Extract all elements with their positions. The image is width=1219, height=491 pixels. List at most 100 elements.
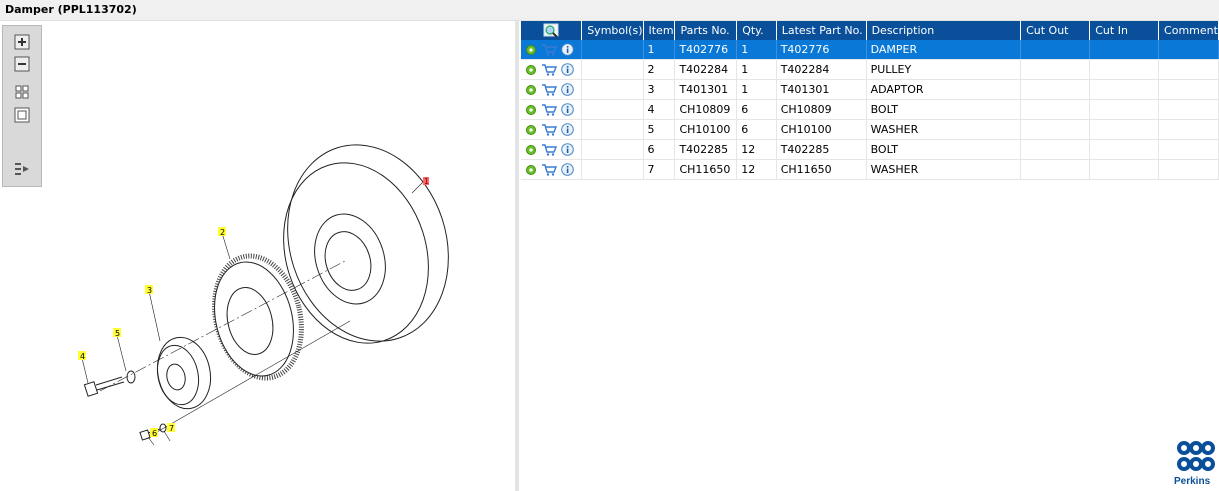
column-item[interactable]: Item <box>643 21 676 40</box>
row-comment <box>1158 99 1219 120</box>
info-icon[interactable] <box>561 103 574 116</box>
table-row[interactable]: 5 CH10100 6 CH10100 WASHER <box>521 119 1219 140</box>
row-cut-out <box>1020 99 1091 120</box>
settings-gear-icon[interactable] <box>525 124 537 136</box>
row-part-no: T402284 <box>674 59 738 80</box>
row-item: 1 <box>643 40 676 60</box>
row-symbols <box>581 59 644 80</box>
add-to-cart-icon[interactable] <box>541 163 557 176</box>
column-description[interactable]: Description <box>866 21 1022 40</box>
row-description: ADAPTOR <box>866 79 1022 100</box>
row-symbols <box>581 159 644 180</box>
row-description: DAMPER <box>866 40 1022 60</box>
window-title: Damper (PPL113702) <box>5 3 137 16</box>
callout-4-label: 4 <box>80 352 85 361</box>
table-row[interactable]: 2 T402284 1 T402284 PULLEY <box>521 59 1219 80</box>
diagram-toolbox <box>2 25 42 187</box>
column-qty[interactable]: Qty. <box>736 21 777 40</box>
row-latest-part-no: CH10100 <box>776 119 867 140</box>
info-icon[interactable] <box>561 63 574 76</box>
add-to-cart-icon[interactable] <box>541 43 557 56</box>
row-description: WASHER <box>866 159 1022 180</box>
settings-gear-icon[interactable] <box>525 104 537 116</box>
info-icon[interactable] <box>561 143 574 156</box>
zoom-in-button[interactable] <box>13 33 31 51</box>
column-comment[interactable]: Comment <box>1158 21 1219 40</box>
row-qty: 12 <box>736 159 777 180</box>
row-qty: 6 <box>736 99 777 120</box>
table-row[interactable]: 3 T401301 1 T401301 ADAPTOR <box>521 79 1219 100</box>
row-latest-part-no: T402285 <box>776 139 867 160</box>
table-row[interactable]: 4 CH10809 6 CH10809 BOLT <box>521 99 1219 120</box>
row-actions <box>521 79 583 100</box>
table-row[interactable]: 7 CH11650 12 CH11650 WASHER <box>521 159 1219 180</box>
row-comment <box>1158 159 1219 180</box>
row-part-no: T402776 <box>674 40 738 60</box>
column-symbols[interactable]: Symbol(s) <box>581 21 644 40</box>
callout-7-label: 7 <box>169 424 174 433</box>
row-cut-out <box>1020 59 1091 80</box>
search-preview-icon <box>543 23 559 38</box>
parts-table-body: 1 T402776 1 T402776 DAMPER 2 T402284 1 T402284 PU… <box>521 40 1219 180</box>
row-comment <box>1158 59 1219 80</box>
add-to-cart-icon[interactable] <box>541 63 557 76</box>
row-part-no: CH10100 <box>674 119 738 140</box>
info-icon[interactable] <box>561 43 574 56</box>
callout-2-label: 2 <box>220 228 225 237</box>
zoom-out-button[interactable] <box>13 55 31 73</box>
info-icon[interactable] <box>561 83 574 96</box>
add-to-cart-icon[interactable] <box>541 83 557 96</box>
settings-gear-icon[interactable] <box>525 44 537 56</box>
settings-gear-icon[interactable] <box>525 84 537 96</box>
row-cut-in <box>1089 159 1160 180</box>
row-symbols <box>581 40 644 60</box>
row-description: BOLT <box>866 99 1022 120</box>
row-latest-part-no: CH10809 <box>776 99 867 120</box>
row-comment <box>1158 79 1219 100</box>
column-cut-out[interactable]: Cut Out <box>1020 21 1091 40</box>
row-cut-in <box>1089 99 1160 120</box>
settings-gear-icon[interactable] <box>525 144 537 156</box>
info-icon[interactable] <box>561 123 574 136</box>
callout-1-label: 1 <box>424 177 429 186</box>
fit-window-icon <box>14 107 30 123</box>
settings-gear-icon[interactable] <box>525 164 537 176</box>
row-part-no: CH10809 <box>674 99 738 120</box>
row-item: 7 <box>643 159 676 180</box>
row-actions <box>521 159 583 180</box>
row-symbols <box>581 119 644 140</box>
row-part-no: T401301 <box>674 79 738 100</box>
add-to-cart-icon[interactable] <box>541 123 557 136</box>
add-to-cart-icon[interactable] <box>541 143 557 156</box>
parts-table: Symbol(s) Item Parts No. Qty. Latest Par… <box>521 21 1219 180</box>
title-bar: Damper (PPL113702) <box>0 0 1219 21</box>
callout-5-label: 5 <box>115 329 120 338</box>
parts-grid-pane: Symbol(s) Item Parts No. Qty. Latest Par… <box>519 21 1219 491</box>
export-list-button[interactable] <box>13 160 31 178</box>
row-cut-in <box>1089 119 1160 140</box>
row-latest-part-no: T401301 <box>776 79 867 100</box>
perkins-logo-icon <box>1177 441 1215 471</box>
row-item: 3 <box>643 79 676 100</box>
row-actions <box>521 119 583 140</box>
row-symbols <box>581 99 644 120</box>
row-description: WASHER <box>866 119 1022 140</box>
table-row[interactable]: 6 T402285 12 T402285 BOLT <box>521 139 1219 160</box>
add-to-cart-icon[interactable] <box>541 103 557 116</box>
column-cut-in[interactable]: Cut In <box>1089 21 1160 40</box>
row-cut-in <box>1089 139 1160 160</box>
fit-window-button[interactable] <box>13 106 31 124</box>
info-icon[interactable] <box>561 163 574 176</box>
row-symbols <box>581 139 644 160</box>
row-part-no: T402285 <box>674 139 738 160</box>
column-latest-part-no[interactable]: Latest Part No. <box>776 21 867 40</box>
table-header-row: Symbol(s) Item Parts No. Qty. Latest Par… <box>521 21 1219 40</box>
column-search[interactable] <box>521 21 583 40</box>
row-comment <box>1158 40 1219 60</box>
table-row[interactable]: 1 T402776 1 T402776 DAMPER <box>521 40 1219 60</box>
settings-gear-icon[interactable] <box>525 64 537 76</box>
fit-all-button[interactable] <box>13 83 31 101</box>
diagram-pane[interactable]: 1 2 3 4 5 6 7 <box>0 21 515 491</box>
column-parts-no[interactable]: Parts No. <box>674 21 738 40</box>
row-cut-out <box>1020 159 1091 180</box>
